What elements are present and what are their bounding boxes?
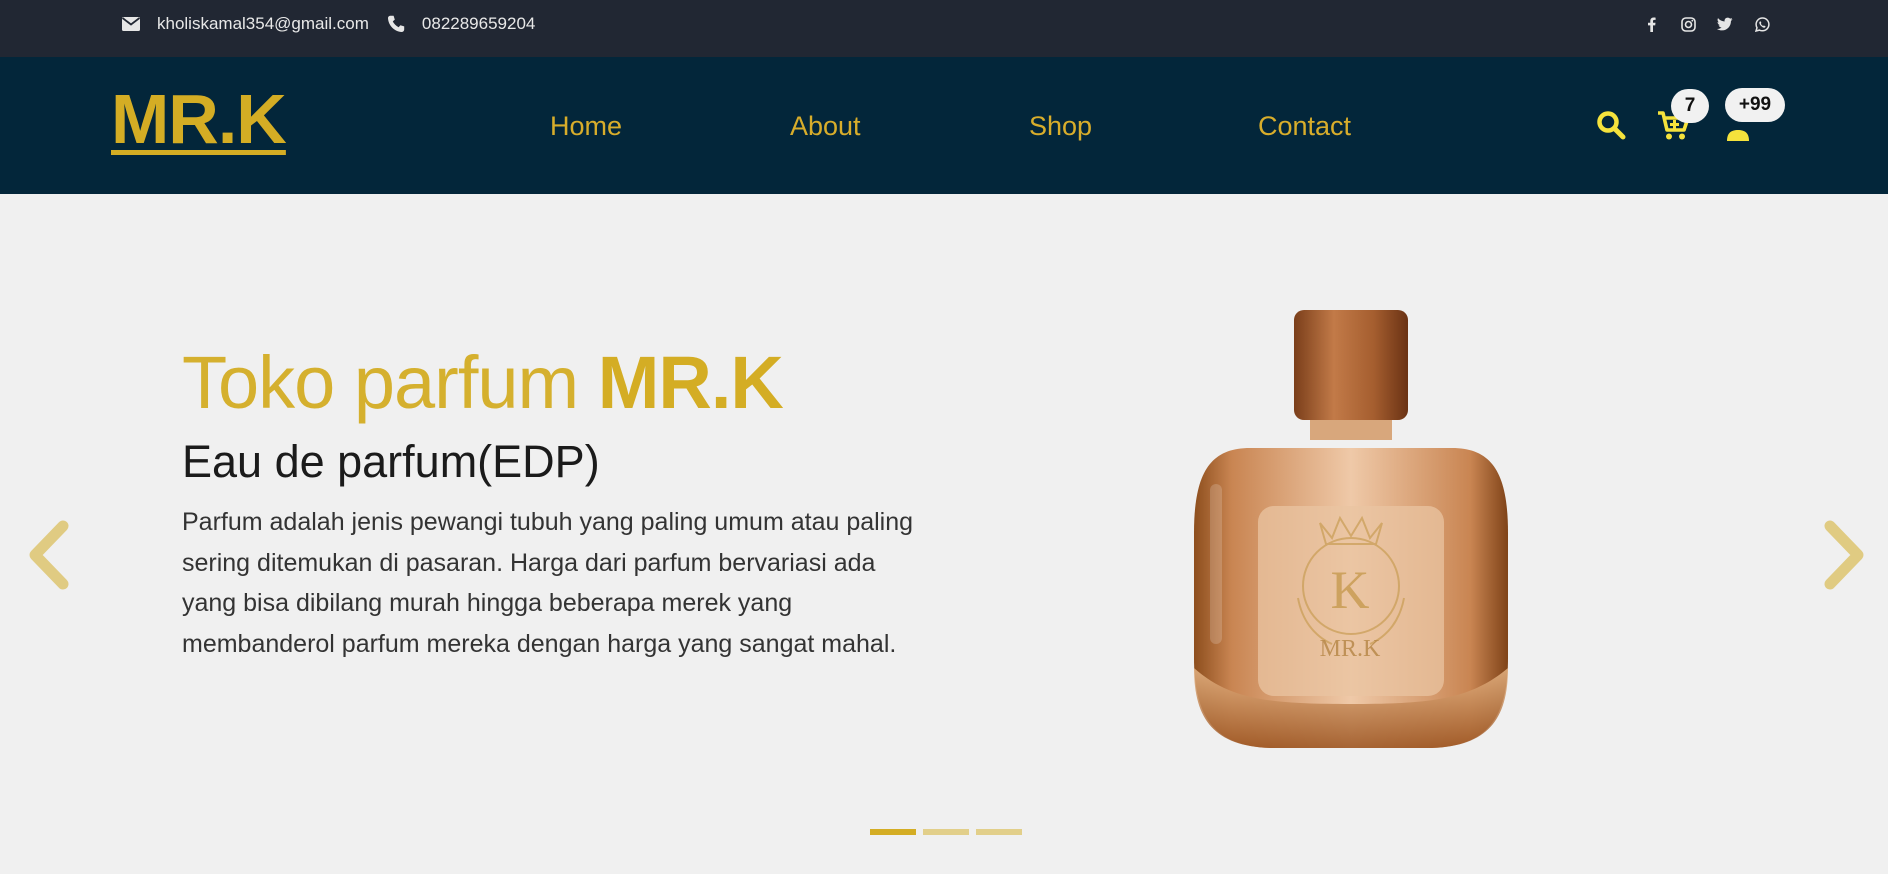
carousel-indicator-3[interactable] <box>976 829 1022 835</box>
carousel-indicators <box>870 829 1029 835</box>
user-icon[interactable] <box>1726 120 1750 147</box>
perfume-bottle-image: K MR.K <box>1190 308 1510 750</box>
email-text: kholiskamal354@gmail.com <box>157 14 369 33</box>
carousel-indicator-1[interactable] <box>870 829 916 835</box>
phone-icon <box>387 15 405 33</box>
top-bar: kholiskamal354@gmail.com 082289659204 <box>0 0 1888 57</box>
nav-link-shop[interactable]: Shop <box>1029 111 1092 142</box>
main-navbar: MR.K Home About Shop Contact 7 +99 <box>0 57 1888 194</box>
contact-info: kholiskamal354@gmail.com 082289659204 <box>122 0 553 48</box>
nav-link-about[interactable]: About <box>790 111 861 142</box>
search-icon[interactable] <box>1596 110 1626 145</box>
hero-title-brand: MR.K <box>597 341 784 424</box>
phone-item[interactable]: 082289659204 <box>387 14 535 34</box>
cart-count-badge: 7 <box>1671 89 1709 123</box>
whatsapp-icon[interactable] <box>1754 16 1770 32</box>
carousel-indicator-2[interactable] <box>923 829 969 835</box>
phone-text: 082289659204 <box>421 14 536 33</box>
hero-title: Toko parfum MR.K <box>182 340 784 425</box>
bottle-logo-text: MR.K <box>1320 636 1381 662</box>
carousel-prev-arrow[interactable] <box>25 520 69 590</box>
hero-title-text: Toko parfum <box>182 341 579 424</box>
carousel-next-arrow[interactable] <box>1824 520 1868 590</box>
email-item[interactable]: kholiskamal354@gmail.com <box>122 14 369 34</box>
hero-description: Parfum adalah jenis pewangi tubuh yang p… <box>182 508 914 658</box>
site-logo[interactable]: MR.K <box>111 79 287 159</box>
svg-text:K: K <box>1331 560 1370 620</box>
nav-link-home[interactable]: Home <box>550 111 622 142</box>
instagram-icon[interactable] <box>1680 16 1696 32</box>
envelope-icon <box>122 17 140 31</box>
facebook-icon[interactable] <box>1643 16 1659 32</box>
twitter-icon[interactable] <box>1717 16 1733 32</box>
hero-subtitle: Eau de parfum(EDP) <box>182 436 600 487</box>
nav-link-contact[interactable]: Contact <box>1258 111 1351 142</box>
social-links <box>1622 0 1770 48</box>
user-count-badge: +99 <box>1725 88 1785 122</box>
